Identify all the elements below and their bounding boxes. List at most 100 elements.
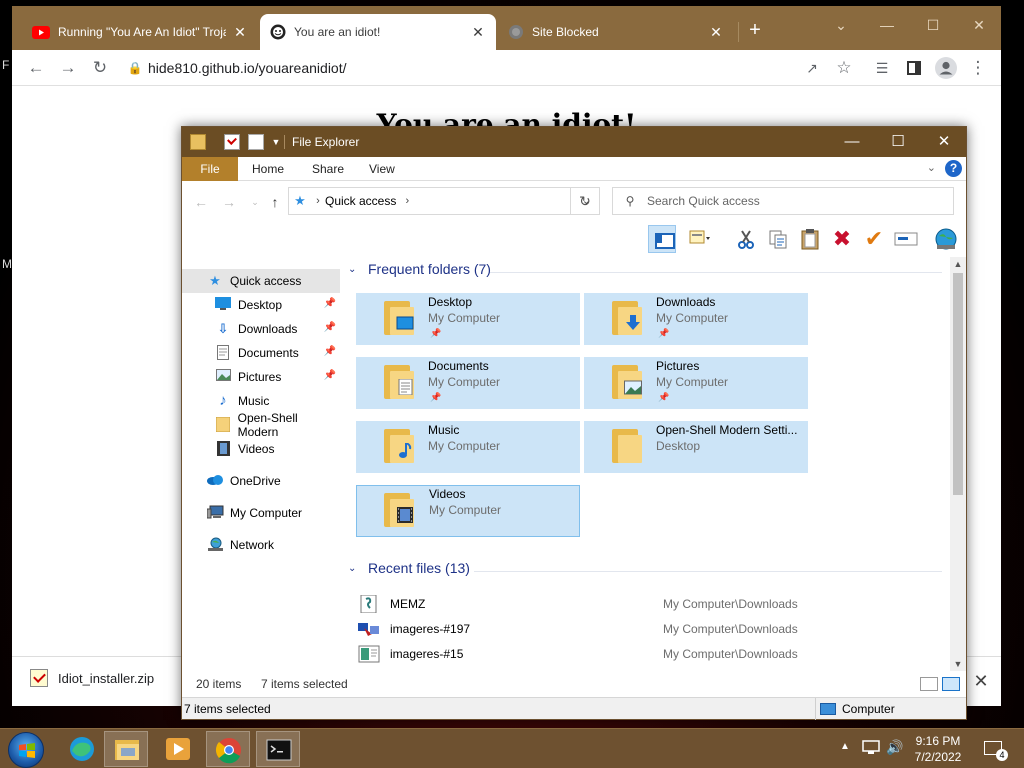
- minimize-button[interactable]: —: [829, 127, 875, 157]
- close-tab-icon[interactable]: ✕: [470, 24, 486, 41]
- back-arrow-icon[interactable]: ←: [22, 54, 50, 82]
- folder-tile-pictures[interactable]: Pictures My Computer 📌: [584, 357, 808, 409]
- folder-tile-music[interactable]: Music My Computer: [356, 421, 580, 473]
- recent-file-row[interactable]: MEMZ My Computer\Downloads: [358, 592, 948, 616]
- pin-icon[interactable]: 📌: [324, 322, 336, 333]
- close-tab-icon[interactable]: ✕: [232, 24, 248, 41]
- sidebar-item-music[interactable]: ♪ Music: [182, 389, 340, 413]
- profile-avatar-icon[interactable]: [932, 54, 960, 82]
- tab-you-are-an-idiot[interactable]: You are an idiot! ✕: [260, 14, 496, 50]
- customize-qat-icon[interactable]: ▼: [268, 134, 284, 150]
- tab-file[interactable]: File: [182, 157, 238, 181]
- expand-ribbon-chevron-icon[interactable]: ⌄: [927, 161, 936, 174]
- url-text[interactable]: hide810.github.io/youareanidiot/: [148, 60, 347, 76]
- tab-youtube[interactable]: Running "You Are An Idiot" Troja ✕: [22, 14, 258, 50]
- refresh-button[interactable]: ↻: [570, 187, 600, 215]
- side-panel-icon[interactable]: [900, 54, 928, 82]
- close-download-bar-button[interactable]: ✕: [969, 669, 993, 693]
- frequent-folders-header[interactable]: ⌄ Frequent folders (7): [348, 261, 491, 277]
- recent-file-row[interactable]: imageres-#197 My Computer\Downloads: [358, 617, 948, 641]
- folder-icon[interactable]: [190, 134, 206, 150]
- lock-icon[interactable]: 🔒: [122, 61, 148, 75]
- taskbar-edge[interactable]: [60, 731, 104, 767]
- breadcrumb-chevron-icon[interactable]: ›: [311, 195, 325, 207]
- network-status-icon[interactable]: [862, 739, 880, 759]
- more-menu-icon[interactable]: ⋮: [964, 54, 992, 82]
- collapse-chevron-icon[interactable]: ⌄: [348, 264, 364, 275]
- bookmark-star-icon[interactable]: ☆: [830, 54, 858, 82]
- folder-tile-open-shell[interactable]: Open-Shell Modern Setti... Desktop: [584, 421, 808, 473]
- show-hidden-icons-chevron[interactable]: ▲: [840, 741, 850, 755]
- pin-icon[interactable]: 📌: [324, 298, 336, 309]
- folder-tile-documents[interactable]: Documents My Computer 📌: [356, 357, 580, 409]
- breadcrumb-quick-access[interactable]: Quick access: [325, 194, 396, 208]
- close-window-button[interactable]: ✕: [956, 11, 1002, 39]
- maximize-button[interactable]: ☐: [875, 127, 921, 157]
- tab-site-blocked[interactable]: Site Blocked ✕: [498, 14, 734, 50]
- forward-arrow-icon[interactable]: →: [218, 193, 240, 211]
- collapse-chevron-icon[interactable]: ⌄: [348, 563, 364, 574]
- address-bar[interactable]: ★ › Quick access › ⌄: [288, 187, 600, 215]
- pin-icon[interactable]: 📌: [324, 370, 336, 381]
- rename-icon[interactable]: [892, 225, 920, 253]
- new-tab-button[interactable]: +: [743, 19, 767, 43]
- help-icon[interactable]: ?: [945, 160, 962, 177]
- reload-icon[interactable]: ↻: [86, 54, 114, 82]
- scroll-up-icon[interactable]: ▲: [950, 257, 966, 271]
- delete-x-icon[interactable]: ✖: [828, 225, 856, 253]
- system-clock[interactable]: 9:16 PM 7/2/2022: [908, 733, 968, 765]
- media-queue-icon[interactable]: ☰: [868, 54, 896, 82]
- search-input[interactable]: ⚲ Search Quick access: [612, 187, 954, 215]
- folder-tile-videos[interactable]: Videos My Computer: [356, 485, 580, 537]
- sidebar-item-downloads[interactable]: ⇩ Downloads 📌: [182, 317, 340, 341]
- sidebar-item-documents[interactable]: Documents 📌: [182, 341, 340, 365]
- layout-icon[interactable]: [686, 225, 714, 253]
- up-arrow-icon[interactable]: ↑: [264, 193, 286, 211]
- folder-tile-desktop[interactable]: Desktop My Computer 📌: [356, 293, 580, 345]
- tab-home[interactable]: Home: [240, 157, 296, 181]
- address-bar[interactable]: 🔒 hide810.github.io/youareanidiot/: [122, 54, 862, 82]
- share-icon[interactable]: ↗: [798, 54, 826, 82]
- tiles-view-icon[interactable]: [942, 677, 960, 691]
- sidebar-item-onedrive[interactable]: OneDrive: [182, 469, 340, 493]
- network-globe-icon[interactable]: [932, 225, 960, 253]
- sidebar-item-quick-access[interactable]: ★ Quick access: [182, 269, 340, 293]
- sidebar-item-videos[interactable]: Videos: [182, 437, 340, 461]
- forward-arrow-icon[interactable]: →: [54, 54, 82, 82]
- minimize-icon[interactable]: ⌄: [818, 11, 864, 39]
- folder-tile-downloads[interactable]: Downloads My Computer 📌: [584, 293, 808, 345]
- paste-clipboard-icon[interactable]: [796, 225, 824, 253]
- recent-locations-chevron-icon[interactable]: ⌄: [244, 193, 266, 211]
- recent-file-row[interactable]: imageres-#15 My Computer\Downloads: [358, 642, 948, 666]
- taskbar-media-player[interactable]: [156, 731, 200, 767]
- sidebar-item-my-computer[interactable]: My Computer: [182, 501, 340, 525]
- sidebar-item-desktop[interactable]: Desktop 📌: [182, 293, 340, 317]
- copy-icon[interactable]: [764, 225, 792, 253]
- tab-view[interactable]: View: [357, 157, 407, 181]
- navigation-pane-icon[interactable]: [648, 225, 676, 253]
- details-view-icon[interactable]: [920, 677, 938, 691]
- back-arrow-icon[interactable]: ←: [190, 193, 212, 211]
- new-folder-icon[interactable]: [248, 134, 264, 150]
- minimize-button[interactable]: —: [864, 11, 910, 39]
- vertical-scrollbar[interactable]: ▲ ▼: [950, 257, 966, 671]
- taskbar-chrome[interactable]: [206, 731, 250, 767]
- breadcrumb-chevron-icon[interactable]: ›: [400, 195, 414, 207]
- cut-scissors-icon[interactable]: [732, 225, 760, 253]
- start-button[interactable]: [8, 732, 44, 768]
- pin-icon[interactable]: 📌: [324, 346, 336, 357]
- sidebar-item-pictures[interactable]: Pictures 📌: [182, 365, 340, 389]
- close-window-button[interactable]: ✕: [921, 127, 967, 157]
- maximize-button[interactable]: ☐: [910, 11, 956, 39]
- tab-share[interactable]: Share: [300, 157, 356, 181]
- sidebar-item-open-shell[interactable]: Open-Shell Modern: [182, 411, 340, 439]
- properties-check-icon[interactable]: ✔: [860, 225, 888, 253]
- taskbar-file-explorer[interactable]: [104, 731, 148, 767]
- scroll-thumb[interactable]: [953, 273, 963, 495]
- scroll-down-icon[interactable]: ▼: [950, 657, 966, 671]
- properties-icon[interactable]: [224, 134, 240, 150]
- taskbar-command-prompt[interactable]: [256, 731, 300, 767]
- download-item[interactable]: Idiot_installer.zip: [30, 669, 154, 687]
- sidebar-item-network[interactable]: Network: [182, 533, 340, 557]
- close-tab-icon[interactable]: ✕: [708, 24, 724, 41]
